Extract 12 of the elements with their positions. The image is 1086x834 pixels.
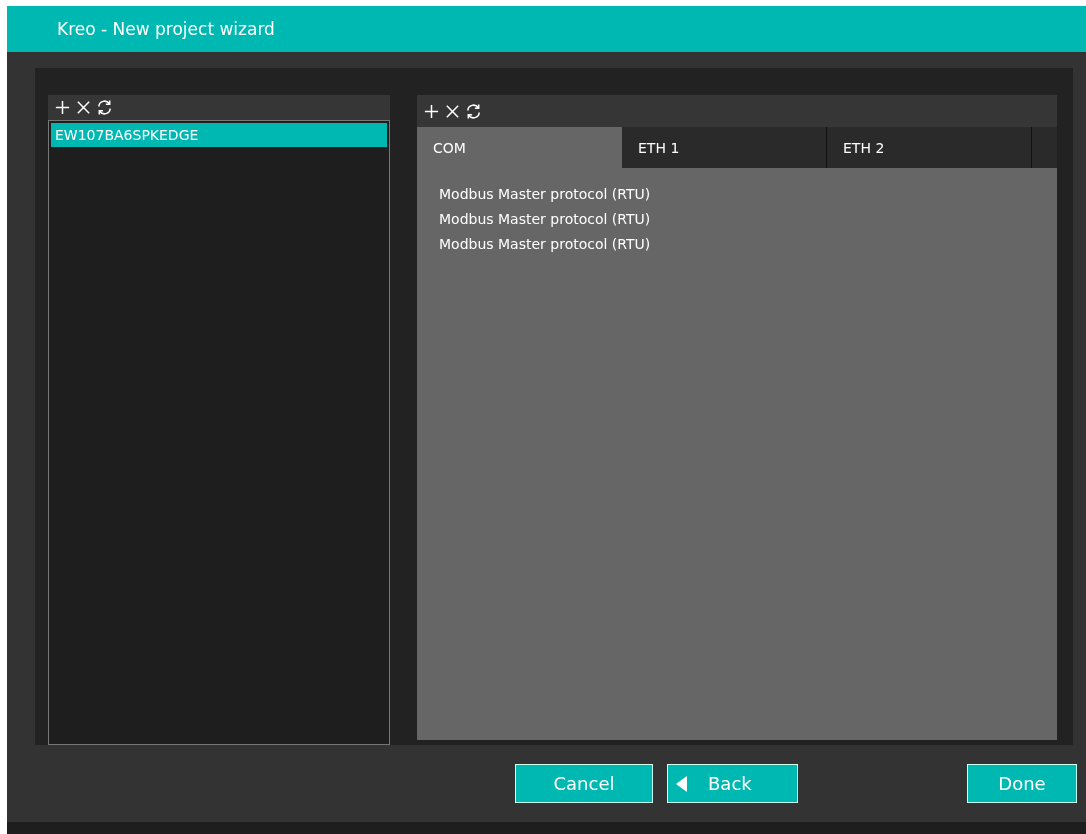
protocol-item[interactable]: Modbus Master protocol (RTU) xyxy=(439,211,651,227)
window-title: Kreo - New project wizard xyxy=(7,6,1086,52)
tab[interactable]: COM xyxy=(417,127,622,168)
close-icon[interactable] xyxy=(444,102,461,120)
add-icon[interactable] xyxy=(54,99,71,116)
add-icon[interactable] xyxy=(423,102,440,120)
protocol-item[interactable]: Modbus Master protocol (RTU) xyxy=(439,236,651,252)
refresh-icon[interactable] xyxy=(96,99,113,116)
close-icon[interactable] xyxy=(75,99,92,116)
triangle-left-icon xyxy=(676,775,688,792)
protocol-item[interactable]: Modbus Master protocol (RTU) xyxy=(439,186,651,202)
refresh-icon[interactable] xyxy=(465,102,482,120)
